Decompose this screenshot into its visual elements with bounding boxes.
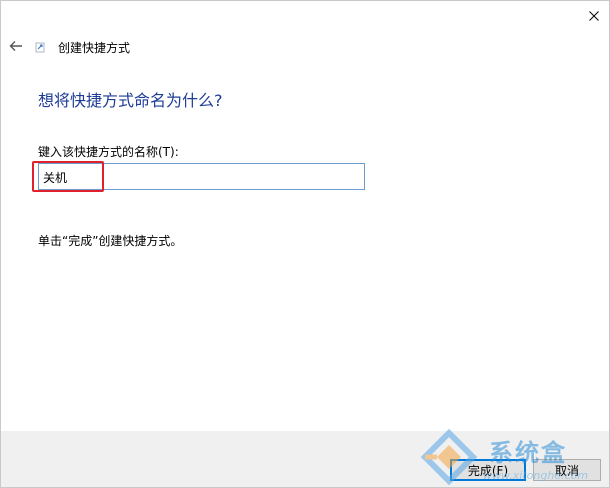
create-shortcut-dialog: 创建快捷方式 想将快捷方式命名为什么? 键入该快捷方式的名称(T): 关机 单击… — [0, 0, 610, 488]
shortcut-wizard-icon — [35, 42, 45, 53]
watermark-url: www.xitonghe.com — [483, 469, 589, 482]
annotation-highlight-box — [32, 161, 104, 192]
wizard-title: 创建快捷方式 — [58, 41, 131, 55]
watermark: 系统盒 www.xitonghe.com — [419, 429, 609, 487]
finish-instruction: 单击“完成”创建快捷方式。 — [38, 234, 183, 248]
back-button[interactable] — [7, 37, 25, 55]
page-heading: 想将快捷方式命名为什么? — [38, 91, 223, 110]
close-button[interactable] — [579, 1, 609, 31]
shortcut-name-label: 键入该快捷方式的名称(T): — [38, 145, 179, 159]
close-icon — [589, 11, 599, 21]
back-arrow-icon — [9, 41, 22, 51]
watermark-brand: 系统盒 — [489, 439, 567, 467]
watermark-logo-icon — [420, 429, 478, 485]
